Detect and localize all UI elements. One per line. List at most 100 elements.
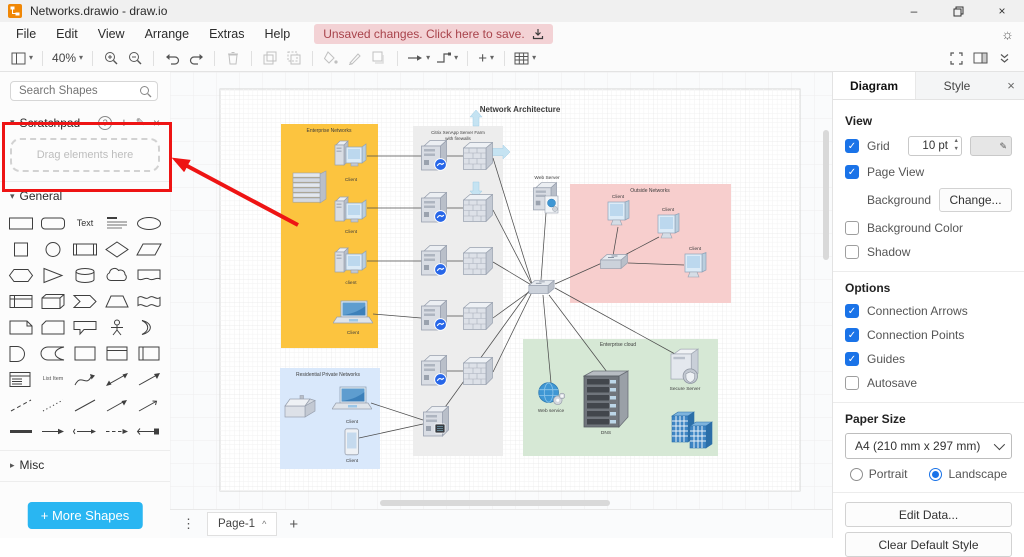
more-shapes-button[interactable]: + More Shapes [28, 502, 143, 529]
shape-directional-arrow[interactable] [102, 394, 132, 416]
shape-line[interactable] [70, 394, 100, 416]
shape-link[interactable] [6, 420, 36, 442]
shape-hexagon[interactable] [6, 264, 36, 286]
shape-note[interactable] [6, 316, 36, 338]
general-section-header[interactable]: ▾ General [0, 181, 170, 208]
shape-list-item[interactable]: List Item [38, 368, 68, 390]
shape-bidirectional-arrow[interactable] [102, 368, 132, 390]
shape-and[interactable] [6, 342, 36, 364]
theme-toggle-button[interactable]: ☼ [1001, 26, 1014, 42]
shape-parallelogram[interactable] [134, 238, 164, 260]
drawing-canvas[interactable]: Network Architecture Enterprise Networks… [170, 72, 833, 510]
shape-dashed-line[interactable] [6, 394, 36, 416]
connection-points-checkbox[interactable] [845, 328, 859, 342]
menu-view[interactable]: View [88, 24, 135, 44]
shape-vertical-container[interactable] [134, 342, 164, 364]
node-central-hub[interactable] [529, 280, 554, 293]
format-panel-toggle-button[interactable] [968, 48, 992, 68]
landscape-radio[interactable] [929, 468, 942, 481]
node-gateway-server[interactable] [424, 407, 449, 437]
page-tab[interactable]: Page-1 ^ [207, 512, 277, 536]
connection-style-button[interactable]: ▾ [404, 48, 433, 68]
shadow-checkbox[interactable] [845, 245, 859, 259]
edit-data-button[interactable]: Edit Data... [845, 502, 1012, 527]
shape-rounded-rectangle[interactable] [38, 212, 68, 234]
landscape-radio-option[interactable]: Landscape [929, 467, 1007, 481]
shape-circle[interactable] [38, 238, 68, 260]
undo-button[interactable] [160, 48, 184, 68]
insert-button[interactable]: + ▾ [474, 48, 498, 68]
shape-container[interactable] [70, 342, 100, 364]
node-mainframe[interactable] [293, 171, 326, 203]
shape-dotted-line[interactable] [38, 394, 68, 416]
shape-actor[interactable] [102, 316, 132, 338]
zoom-level-button[interactable]: 40% ▾ [49, 48, 86, 68]
shape-triangle[interactable] [38, 264, 68, 286]
shape-arrow[interactable] [134, 368, 164, 390]
connection-arrows-checkbox[interactable] [845, 304, 859, 318]
scratchpad-add-icon[interactable]: + [120, 115, 128, 130]
portrait-radio[interactable] [850, 468, 863, 481]
menu-help[interactable]: Help [255, 24, 301, 44]
clear-default-style-button[interactable]: Clear Default Style [845, 532, 1012, 557]
view-panels-button[interactable]: ▾ [8, 48, 36, 68]
tab-style[interactable]: Style [916, 72, 998, 99]
shape-container-title[interactable] [102, 342, 132, 364]
search-shapes-input[interactable] [10, 81, 158, 101]
menu-extras[interactable]: Extras [199, 24, 254, 44]
canvas-vertical-scrollbar[interactable] [823, 130, 829, 260]
shape-cylinder[interactable] [70, 264, 100, 286]
menu-file[interactable]: File [6, 24, 46, 44]
fullscreen-button[interactable] [944, 48, 968, 68]
shape-step[interactable] [70, 290, 100, 312]
node-web-server[interactable]: Web Server [533, 175, 560, 213]
shape-filled-edge[interactable] [134, 420, 164, 442]
zoom-out-button[interactable] [123, 48, 147, 68]
shape-textbox[interactable] [102, 212, 132, 234]
shape-thin-arrow[interactable] [134, 394, 164, 416]
shape-ellipse[interactable] [134, 212, 164, 234]
node-dns[interactable] [584, 371, 628, 427]
shape-callout[interactable] [70, 316, 100, 338]
guides-checkbox[interactable] [845, 352, 859, 366]
scratchpad-help-icon[interactable]: ? [98, 116, 112, 130]
shape-dashed-link[interactable] [102, 420, 132, 442]
zoom-in-button[interactable] [99, 48, 123, 68]
scratchpad-edit-icon[interactable]: ✎ [136, 116, 145, 129]
shape-cube[interactable] [38, 290, 68, 312]
portrait-radio-option[interactable]: Portrait [850, 467, 908, 481]
region-residential-networks[interactable]: Residential Private Networks [280, 368, 380, 469]
shape-internal-storage[interactable] [6, 290, 36, 312]
scratchpad-dropzone[interactable]: Drag elements here [10, 138, 160, 172]
canvas-horizontal-scrollbar[interactable] [380, 500, 610, 506]
change-background-button[interactable]: Change... [939, 188, 1012, 212]
region-citrix-farm[interactable]: Citrix XenApp Server Farm with firewalls [413, 126, 503, 456]
collapse-toolbar-button[interactable] [992, 48, 1016, 68]
grid-checkbox[interactable] [845, 139, 859, 153]
shape-list[interactable] [6, 368, 36, 390]
shape-data-storage[interactable] [38, 342, 68, 364]
shape-diamond[interactable] [102, 238, 132, 260]
menu-arrange[interactable]: Arrange [135, 24, 199, 44]
paper-size-select[interactable]: A4 (210 mm x 297 mm) [845, 433, 1012, 459]
unsaved-changes-button[interactable]: Unsaved changes. Click here to save. [314, 24, 552, 44]
region-outside-networks[interactable]: Outside Networks [570, 184, 731, 303]
redo-button[interactable] [184, 48, 208, 68]
background-color-checkbox[interactable] [845, 221, 859, 235]
scratchpad-close-icon[interactable]: × [153, 116, 160, 130]
node-secure-server[interactable] [671, 349, 698, 383]
table-button[interactable]: ▾ [511, 48, 539, 68]
shape-process[interactable] [70, 238, 100, 260]
shape-text[interactable]: Text [70, 212, 100, 234]
add-page-button[interactable]: + [277, 516, 310, 533]
waypoint-style-button[interactable]: ▾ [433, 48, 461, 68]
minimize-button[interactable]: – [892, 0, 936, 22]
shape-tape[interactable] [134, 290, 164, 312]
scratchpad-header[interactable]: ▾ Scratchpad ? + ✎ × [0, 108, 170, 135]
restore-button[interactable] [936, 0, 980, 22]
shape-directional-link[interactable] [38, 420, 68, 442]
misc-section-header[interactable]: ▸ Misc [0, 450, 170, 477]
grid-color-swatch[interactable]: ✎ [970, 136, 1012, 156]
node-res-phone[interactable] [345, 429, 359, 455]
shape-document[interactable] [134, 264, 164, 286]
